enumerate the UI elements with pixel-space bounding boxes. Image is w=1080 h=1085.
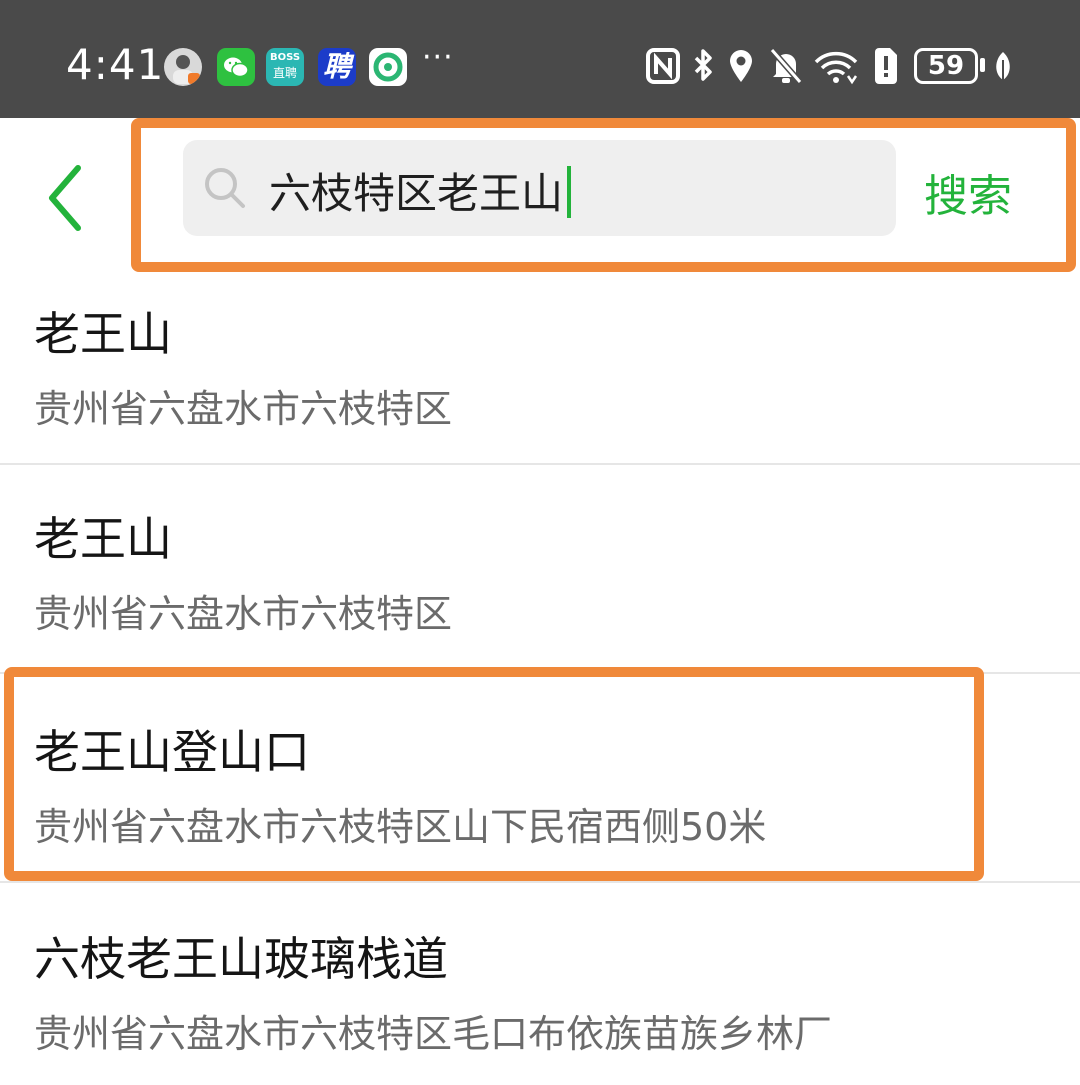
nfc-icon <box>646 48 680 84</box>
status-time: 4:41 <box>66 40 165 89</box>
more-notifications-icon: ··· <box>422 40 454 75</box>
search-header: 六枝特区老王山 搜索 <box>0 118 1080 268</box>
result-item[interactable]: 老王山登山口 贵州省六盘水市六枝特区山下民宿西侧50米 <box>0 674 1080 882</box>
result-address: 贵州省六盘水市六枝特区毛口布依族苗族乡林厂 <box>34 1012 833 1056</box>
boss-line1: BOSS <box>269 52 301 63</box>
green-app-icon <box>369 48 407 86</box>
battery-indicator: 59 <box>914 48 978 84</box>
search-icon <box>205 168 245 208</box>
result-title: 六枝老王山玻璃栈道 <box>34 932 448 986</box>
muted-bell-icon <box>769 48 803 84</box>
result-title: 老王山 <box>34 512 172 566</box>
result-item[interactable]: 老王山 贵州省六盘水市六枝特区 <box>0 465 1080 673</box>
charging-leaf-icon <box>996 52 1010 80</box>
result-address: 贵州省六盘水市六枝特区 <box>34 387 453 431</box>
wechat-icon <box>217 48 255 86</box>
sim-alert-icon <box>875 48 897 84</box>
battery-tip <box>980 58 985 72</box>
boss-line2: 直聘 <box>272 66 297 80</box>
search-query-value: 六枝特区老王山 <box>269 169 564 218</box>
pin-app-icon: 聘 <box>318 48 356 86</box>
search-query-text: 六枝特区老王山 <box>269 160 572 221</box>
location-icon <box>730 50 752 82</box>
bluetooth-icon <box>694 49 712 81</box>
result-item[interactable]: 六枝老王山玻璃栈道 贵州省六盘水市六枝特区毛口布依族苗族乡林厂 <box>0 883 1080 1085</box>
result-title: 老王山登山口 <box>34 725 310 779</box>
result-title: 老王山 <box>34 307 172 361</box>
back-arrow-icon[interactable] <box>40 158 90 238</box>
result-item[interactable]: 老王山 贵州省六盘水市六枝特区 <box>0 268 1080 464</box>
boss-zhipin-icon: BOSS 直聘 <box>266 48 304 86</box>
text-caret <box>567 166 572 218</box>
status-bar: 4:41 BOSS 直聘 聘 ··· 59 <box>0 0 1080 118</box>
search-button[interactable]: 搜索 <box>924 160 1012 224</box>
wifi-icon <box>814 51 858 85</box>
search-input[interactable]: 六枝特区老王山 <box>183 140 896 236</box>
avatar-app-icon <box>164 48 202 86</box>
result-address: 贵州省六盘水市六枝特区山下民宿西侧50米 <box>34 805 767 849</box>
result-address: 贵州省六盘水市六枝特区 <box>34 592 453 636</box>
